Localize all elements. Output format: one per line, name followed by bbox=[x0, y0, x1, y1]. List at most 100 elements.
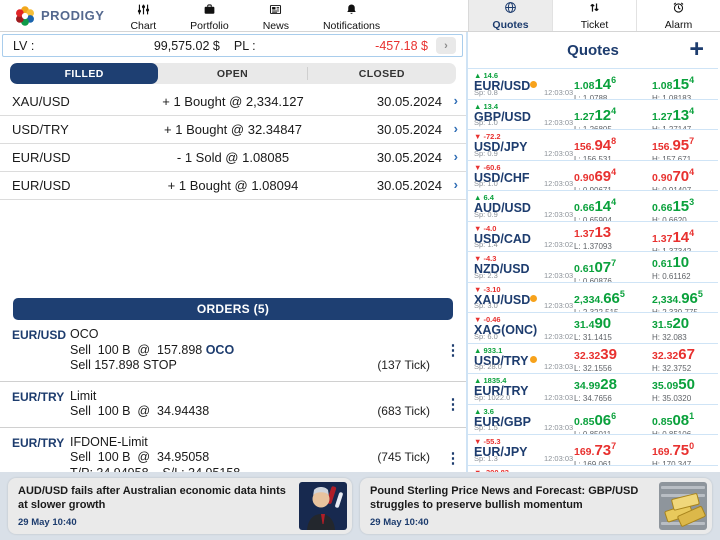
order-row[interactable]: EUR/TRY IFDONE-LimitSell 100 B @ 34.9505… bbox=[0, 428, 466, 473]
quote-row[interactable]: ▼ -60.6 USD/CHF Sp: 1.0 12:03:03 0.90694… bbox=[468, 160, 718, 191]
top-navigation: PRODIGY Chart Portfolio News Notificatio… bbox=[0, 0, 720, 32]
quote-high: H: 35.0320 bbox=[652, 394, 695, 403]
quotes-list: ▲ 14.6 EUR/USD Sp: 0.8 12:03:03 1.08146 … bbox=[468, 68, 718, 472]
panel-tab-ticket[interactable]: Ticket bbox=[553, 0, 637, 31]
quote-price: 1.27124 bbox=[574, 104, 616, 124]
order-row[interactable]: EUR/TRY LimitSell 100 B @ 34.94438(683 T… bbox=[0, 382, 466, 428]
nav-tab-label: Chart bbox=[130, 21, 156, 32]
quote-price: 0.85066 bbox=[574, 409, 616, 429]
add-quote-button[interactable]: + bbox=[689, 34, 704, 64]
quote-time: 12:03:03 bbox=[544, 423, 573, 432]
bell-icon bbox=[345, 3, 358, 19]
quote-time: 12:03:03 bbox=[544, 271, 573, 280]
lv-label: LV : bbox=[13, 39, 34, 53]
trade-row[interactable]: EUR/USD - 1 Sold @ 1.08085 30.05.2024 › bbox=[0, 144, 466, 172]
quote-low: L: 31.1415 bbox=[574, 333, 612, 342]
quote-price: 1.08146 bbox=[574, 73, 616, 93]
chevron-right-icon: › bbox=[454, 149, 458, 164]
top-navigation-left: PRODIGY Chart Portfolio News Notificatio… bbox=[0, 0, 468, 31]
quote-row[interactable]: ▲ 1835.4 EUR/TRY Sp: 1022.0 12:03:03 34.… bbox=[468, 373, 718, 404]
quote-row[interactable]: ▲ 13.4 GBP/USD Sp: 1.0 12:03:03 1.27124 … bbox=[468, 99, 718, 130]
account-summary-bar: LV : 99,575.02 $ PL : -457.18 $ › bbox=[2, 34, 463, 57]
trade-row[interactable]: USD/TRY + 1 Bought @ 32.34847 30.05.2024… bbox=[0, 116, 466, 144]
quote-high: H: 0.61162 bbox=[652, 272, 691, 281]
nav-tab-news[interactable]: News bbox=[263, 0, 289, 31]
lv-value: 99,575.02 $ bbox=[154, 39, 220, 53]
quote-bid[interactable]: 31.490 L: 31.1415 bbox=[574, 317, 612, 342]
news-card[interactable]: Pound Sterling Price News and Forecast: … bbox=[360, 478, 712, 534]
order-line: Sell 100 B @ 34.94438(683 Tick) bbox=[70, 404, 440, 420]
trade-row[interactable]: XAU/USD + 1 Bought @ 2,334.127 30.05.202… bbox=[0, 88, 466, 116]
chart-sliders-icon bbox=[137, 3, 150, 19]
position-dot-icon bbox=[530, 356, 537, 363]
panel-tab-label: Ticket bbox=[581, 19, 609, 31]
newspaper-icon bbox=[269, 3, 282, 19]
brand-logo[interactable]: PRODIGY bbox=[14, 5, 104, 27]
quote-spread: Sp: 0.9 bbox=[474, 210, 498, 219]
chevron-right-icon: › bbox=[454, 121, 458, 136]
quote-row[interactable]: ▲ 933.1 USD/TRY Sp: 28.0 12:03:03 32.323… bbox=[468, 343, 718, 374]
quote-row[interactable]: ▼ -72.2 USD/JPY Sp: 0.9 12:03:03 156.948… bbox=[468, 129, 718, 160]
quote-time: 12:03:03 bbox=[544, 179, 573, 188]
quote-row[interactable]: ▲ 3.6 EUR/GBP Sp: 1.5 12:03:03 0.85066 L… bbox=[468, 404, 718, 435]
panel-tab-alarm[interactable]: Alarm bbox=[637, 0, 720, 31]
news-card[interactable]: AUD/USD fails after Australian economic … bbox=[8, 478, 352, 534]
account-expand-button[interactable]: › bbox=[436, 37, 456, 54]
quote-row[interactable]: ▼ -4.3 NZD/USD Sp: 2.3 12:03:03 0.61077 … bbox=[468, 251, 718, 282]
order-menu-icon[interactable]: ⋮ bbox=[440, 327, 466, 374]
quote-low: L: 32.1556 bbox=[574, 364, 617, 373]
quote-spread: Sp: 1022.0 bbox=[474, 393, 510, 402]
quote-price: 31.490 bbox=[574, 317, 612, 332]
quote-ask[interactable]: 31.520 H: 32.083 bbox=[652, 317, 689, 342]
quote-row[interactable]: ▼ -4.0 USD/CAD Sp: 1.4 12:03:02 1.3713 L… bbox=[468, 221, 718, 252]
quote-bid[interactable]: 34.9928 L: 34.7656 bbox=[574, 378, 617, 403]
quote-price: 32.3239 bbox=[574, 348, 617, 363]
quote-bid[interactable]: 1.3713 L: 1.37093 bbox=[574, 226, 612, 251]
trade-filter-tab-open[interactable]: OPEN bbox=[158, 63, 306, 84]
nav-tab-portfolio[interactable]: Portfolio bbox=[190, 0, 229, 31]
quote-row[interactable]: ▼ -55.3 EUR/JPY Sp: 1.3 12:03:03 169.737… bbox=[468, 434, 718, 465]
quote-row[interactable]: ▼ -3.10 XAU/USD Sp: 3.0 12:03:03 2,334.6… bbox=[468, 282, 718, 313]
news-strip: AUD/USD fails after Australian economic … bbox=[0, 472, 720, 540]
quote-time: 12:03:02 bbox=[544, 240, 573, 249]
panel-tab-quotes[interactable]: Quotes bbox=[469, 0, 553, 31]
quote-time: 12:03:03 bbox=[544, 149, 573, 158]
trade-filter-tab-filled[interactable]: FILLED bbox=[10, 63, 158, 84]
order-menu-icon[interactable]: ⋮ bbox=[440, 389, 466, 420]
quote-row[interactable]: ▼ -0.46 XAG(ONC) Sp: 6.0 12:03:02 31.490… bbox=[468, 312, 718, 343]
quote-price: 169.750 bbox=[652, 439, 694, 459]
quote-price: 1.3713 bbox=[574, 226, 612, 241]
news-image-analyst-portrait bbox=[299, 482, 347, 530]
order-menu-icon[interactable]: ⋮ bbox=[440, 435, 466, 473]
order-row[interactable]: EUR/USD OCOSell 100 B @ 157.898 OCOSell … bbox=[0, 320, 466, 382]
quote-row[interactable]: ▲ 14.6 EUR/USD Sp: 0.8 12:03:03 1.08146 … bbox=[468, 68, 718, 99]
main-area: LV : 99,575.02 $ PL : -457.18 $ › FILLED… bbox=[0, 32, 720, 472]
main-nav-tabs: Chart Portfolio News Notifications bbox=[130, 0, 380, 31]
quote-price: 0.6110 bbox=[652, 256, 691, 271]
quote-ask[interactable]: 0.6110 H: 0.61162 bbox=[652, 256, 691, 281]
pl-label: PL : bbox=[234, 39, 256, 53]
quote-row[interactable]: ▲ 6.4 AUD/USD Sp: 0.9 12:03:03 0.66144 L… bbox=[468, 190, 718, 221]
quote-spread: Sp: 6.0 bbox=[474, 332, 498, 341]
trade-filter-tab-closed[interactable]: CLOSED bbox=[308, 63, 456, 84]
news-title: Pound Sterling Price News and Forecast: … bbox=[370, 485, 646, 512]
quote-ask[interactable]: 35.0950 H: 35.0320 bbox=[652, 378, 695, 403]
nav-tab-chart[interactable]: Chart bbox=[130, 0, 156, 31]
trade-filter-tabs: FILLEDOPENCLOSED bbox=[10, 63, 456, 84]
quote-time: 12:03:03 bbox=[544, 301, 573, 310]
quote-price: 31.520 bbox=[652, 317, 689, 332]
trade-date: 30.05.2024 bbox=[377, 178, 442, 193]
quote-spread: Sp: 2.3 bbox=[474, 271, 498, 280]
trade-row[interactable]: EUR/USD + 1 Bought @ 1.08094 30.05.2024 … bbox=[0, 172, 466, 200]
nav-tab-notifications[interactable]: Notifications bbox=[323, 0, 380, 31]
quote-row[interactable]: ▼ -300.83 ACNTURE 0.000 0.000 bbox=[468, 465, 718, 473]
quote-bid[interactable]: 32.3239 L: 32.1556 bbox=[574, 348, 617, 373]
order-line: Sell 157.898 STOP(137 Tick) bbox=[70, 358, 440, 374]
quote-ask[interactable]: 32.3267 H: 32.3752 bbox=[652, 348, 695, 373]
order-details: LimitSell 100 B @ 34.94438(683 Tick) bbox=[62, 389, 440, 420]
orders-header: ORDERS (5) bbox=[13, 298, 453, 320]
quote-price: 169.737 bbox=[574, 439, 616, 459]
panel-nav-tabs: Quotes Ticket Alarm bbox=[468, 0, 720, 31]
news-timestamp: 29 May 10:40 bbox=[18, 517, 77, 528]
quote-time: 12:03:03 bbox=[544, 393, 573, 402]
